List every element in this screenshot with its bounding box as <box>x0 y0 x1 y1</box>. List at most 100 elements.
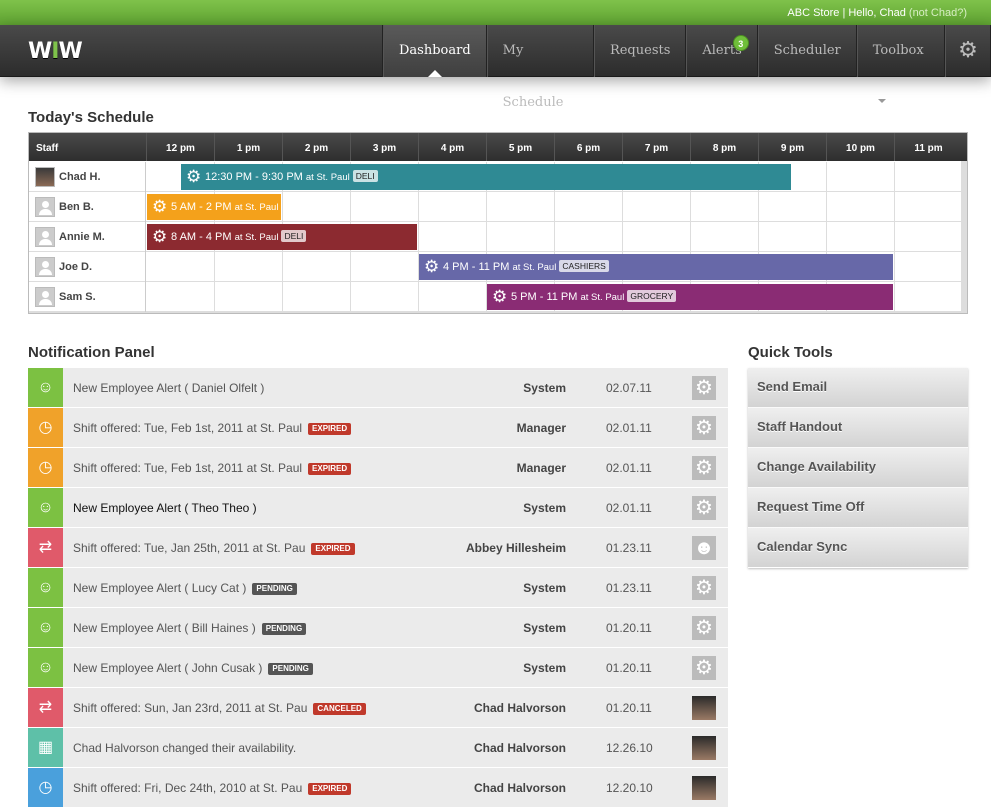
avatar <box>35 257 55 277</box>
gear-icon: ⚙ <box>692 576 716 600</box>
staff-name[interactable]: Annie M. <box>29 222 146 252</box>
notification-message: Shift offered: Sun, Jan 23rd, 2011 at St… <box>73 701 308 715</box>
notification-message: New Employee Alert ( Bill Haines ) <box>73 621 256 635</box>
staff-name[interactable]: Sam S. <box>29 282 146 312</box>
notification-row[interactable]: ☺ New Employee Alert ( Bill Haines ) PENDI… <box>28 608 728 648</box>
shift-bar[interactable]: ⚙ 5 PM - 11 PM at St. Paul GROCERY <box>487 284 893 310</box>
department-tag: DELI <box>352 170 378 182</box>
hour-header: 5 pm <box>486 133 554 161</box>
shift-bar[interactable]: ⚙ 12:30 PM - 9:30 PM at St. Paul DELI <box>181 164 791 190</box>
status-badge: PENDING <box>268 663 313 675</box>
notification-row[interactable]: ⇄ Shift offered: Sun, Jan 23rd, 2011 at S… <box>28 688 728 728</box>
staff-name[interactable]: Ben B. <box>29 192 146 222</box>
store-name: ABC Store <box>787 7 840 19</box>
staff-name[interactable]: Joe D. <box>29 252 146 282</box>
hour-gridline <box>350 282 351 312</box>
notification-row[interactable]: ▦ Chad Halvorson changed their availabili… <box>28 728 728 768</box>
hour-header: 11 pm <box>894 133 962 161</box>
clock-offer-icon: ◷ <box>28 448 63 487</box>
status-badge: EXPIRED <box>311 543 355 555</box>
hour-header: 8 pm <box>690 133 758 161</box>
not-user-link[interactable]: (not Chad?) <box>909 7 967 19</box>
schedule-header: Staff 12 pm 1 pm 2 pm 3 pm 4 pm 5 pm 6 pm 7 pm 8… <box>29 133 967 161</box>
tab-dashboard[interactable]: Dashboard <box>383 25 487 77</box>
status-badge: CANCELED <box>313 703 366 715</box>
notification-text: New Employee Alert ( Theo Theo ) <box>73 488 257 528</box>
hour-header: 4 pm <box>418 133 486 161</box>
shift-bar[interactable]: ⚙ 4 PM - 11 PM at St. Paul CASHIERS <box>419 254 893 280</box>
schedule-row: Annie M. ⚙ 8 AM - 4 PM at St. Paul DELI <box>29 222 963 252</box>
status-badge: EXPIRED <box>308 423 352 435</box>
hour-header: 3 pm <box>350 133 418 161</box>
hour-gridline <box>894 192 895 222</box>
shift-bar[interactable]: ⚙ 8 AM - 4 PM at St. Paul DELI <box>147 224 417 250</box>
notification-message: Shift offered: Fri, Dec 24th, 2010 at St… <box>73 781 303 795</box>
notification-sender: System <box>523 621 566 635</box>
notification-date: 02.01.11 <box>606 461 652 475</box>
notification-sender: Chad Halvorson <box>473 701 566 715</box>
hour-gridline <box>962 282 963 312</box>
employee-icon: ☺ <box>28 368 63 407</box>
gear-icon: ⚙ <box>152 197 168 216</box>
hour-header: 7 pm <box>622 133 690 161</box>
staff-name-text: Joe D. <box>59 261 93 273</box>
tab-alerts[interactable]: Alerts 3 <box>686 25 758 77</box>
notification-date: 01.20.11 <box>606 661 652 675</box>
notification-row[interactable]: ☺ New Employee Alert ( Lucy Cat ) PENDING S… <box>28 568 728 608</box>
gear-icon: ⚙ <box>692 456 716 480</box>
notification-sender: Chad Halvorson <box>473 781 566 795</box>
tab-label: Dashboard <box>399 43 471 58</box>
hour-gridline <box>826 192 827 222</box>
hour-gridline <box>690 222 691 252</box>
notification-row[interactable]: ⇄ Shift offered: Tue, Jan 25th, 2011 at S… <box>28 528 728 568</box>
shift-time: 4 PM - 11 PM <box>443 261 510 273</box>
hour-gridline <box>894 252 895 282</box>
request-time-off-button[interactable]: Request Time Off <box>748 488 968 528</box>
gear-icon: ⚙ <box>186 167 202 186</box>
shift-time: 8 AM - 4 PM <box>171 231 232 243</box>
staff-name-text: Sam S. <box>59 291 96 303</box>
notification-message: Shift offered: Tue, Feb 1st, 2011 at St.… <box>73 461 303 475</box>
department-tag: GROCERY <box>627 290 677 302</box>
shift-time: 12:30 PM - 9:30 PM <box>205 171 303 183</box>
notification-text: New Employee Alert ( Bill Haines ) PENDIN… <box>73 608 307 648</box>
tab-my-schedule[interactable]: My Schedule <box>486 25 594 110</box>
send-email-button[interactable]: Send Email <box>748 368 968 408</box>
notification-row[interactable]: ◷ Shift offered: Tue, Feb 1st, 2011 at St… <box>28 448 728 488</box>
notification-message: New Employee Alert ( John Cusak ) <box>73 661 263 675</box>
status-badge: PENDING <box>252 583 297 595</box>
tab-toolbox[interactable]: Toolbox <box>856 25 946 103</box>
tab-requests[interactable]: Requests <box>593 25 687 77</box>
notification-text: Shift offered: Tue, Feb 1st, 2011 at St.… <box>73 448 352 488</box>
swap-icon: ⇄ <box>28 688 63 727</box>
staff-name[interactable]: Chad H. <box>29 162 146 192</box>
notification-date: 12.20.10 <box>606 781 653 795</box>
tab-scheduler[interactable]: Scheduler <box>757 25 857 77</box>
notification-date: 02.01.11 <box>606 421 652 435</box>
logo[interactable]: WIW <box>28 39 83 64</box>
notification-sender: System <box>523 661 566 675</box>
notification-row[interactable]: ☺ New Employee Alert ( John Cusak ) PENDIN… <box>28 648 728 688</box>
hour-gridline <box>690 192 691 222</box>
notification-row[interactable]: ☺ New Employee Alert ( Daniel Olfelt ) Sys… <box>28 368 728 408</box>
hour-gridline <box>758 192 759 222</box>
notification-message: Chad Halvorson changed their availabilit… <box>73 741 297 755</box>
notification-row[interactable]: ◷ Shift offered: Fri, Dec 24th, 2010 at S… <box>28 768 728 808</box>
notification-message: Shift offered: Tue, Jan 25th, 2011 at St… <box>73 541 306 555</box>
gear-icon: ⚙ <box>492 287 508 306</box>
change-availability-button[interactable]: Change Availability <box>748 448 968 488</box>
hour-header: 2 pm <box>282 133 350 161</box>
calendar-sync-button[interactable]: Calendar Sync <box>748 528 968 568</box>
notification-row[interactable]: ◷ Shift offered: Tue, Feb 1st, 2011 at St… <box>28 408 728 448</box>
notification-message: New Employee Alert ( Daniel Olfelt ) <box>73 381 265 395</box>
notification-date: 01.20.11 <box>606 621 652 635</box>
avatar <box>35 227 55 247</box>
hour-gridline <box>350 192 351 222</box>
status-badge: EXPIRED <box>308 783 352 795</box>
staff-handout-button[interactable]: Staff Handout <box>748 408 968 448</box>
notification-row[interactable]: ☺ New Employee Alert ( Theo Theo ) System 0… <box>28 488 728 528</box>
settings-gear-icon[interactable]: ⚙ <box>945 25 991 77</box>
hour-gridline <box>418 222 419 252</box>
shift-bar[interactable]: ⚙ 5 AM - 2 PM at St. Paul <box>147 194 281 220</box>
employee-icon: ☺ <box>28 608 63 647</box>
